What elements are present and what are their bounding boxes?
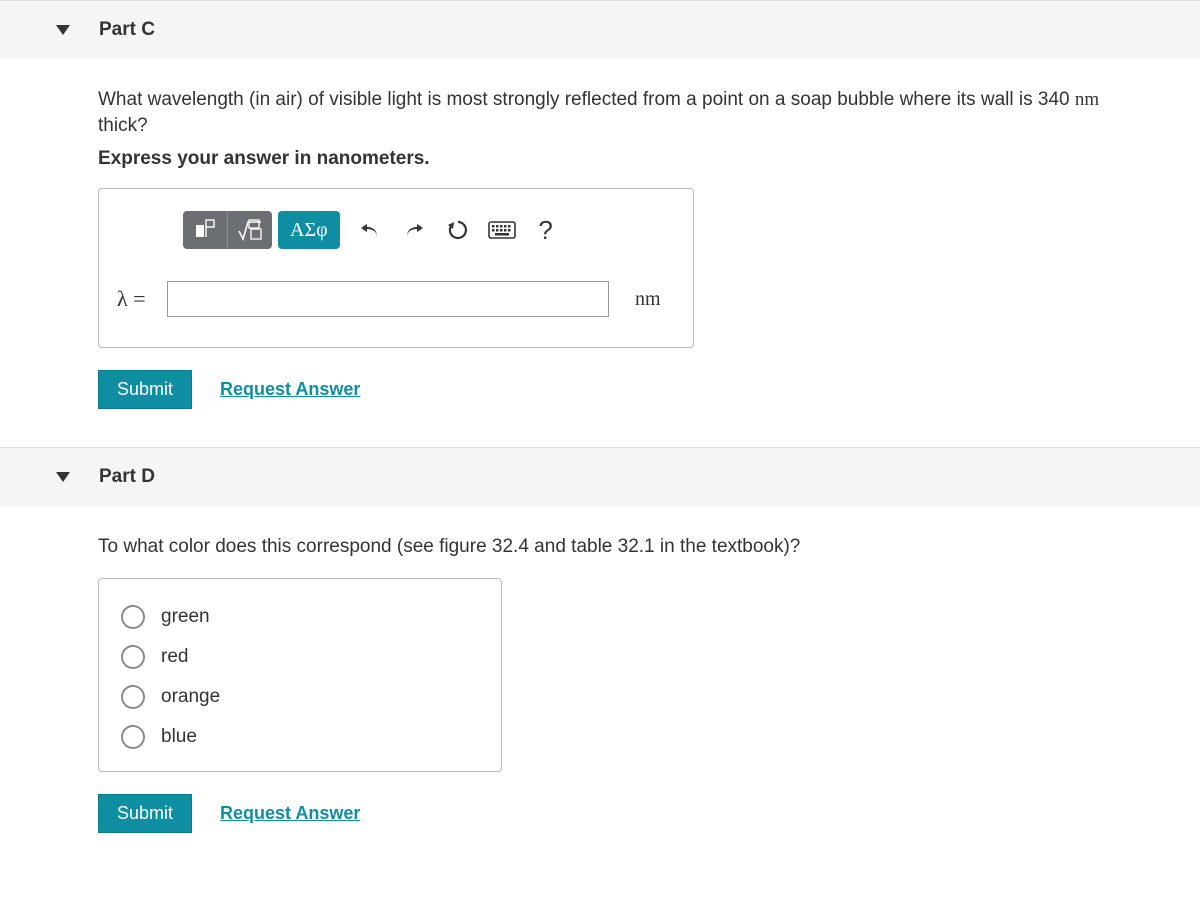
part-c-instruction: Express your answer in nanometers. xyxy=(98,148,1140,170)
part-d-question: To what color does this correspond (see … xyxy=(98,534,1140,560)
radio-icon[interactable] xyxy=(121,725,145,749)
radio-icon[interactable] xyxy=(121,645,145,669)
radio-icon[interactable] xyxy=(121,685,145,709)
equation-toolbar: ΑΣφ ? xyxy=(183,211,675,249)
help-icon[interactable]: ? xyxy=(524,211,568,249)
submit-button[interactable]: Submit xyxy=(98,370,192,409)
part-c-question: What wavelength (in air) of visible ligh… xyxy=(98,87,1140,138)
part-d-title: Part D xyxy=(99,466,155,487)
question-unit: nm xyxy=(1075,89,1099,110)
unit-label: nm xyxy=(635,288,661,311)
part-d-actions: Submit Request Answer xyxy=(98,794,1140,833)
sqrt-icon[interactable] xyxy=(228,211,272,249)
request-answer-link[interactable]: Request Answer xyxy=(220,803,360,824)
collapse-icon[interactable] xyxy=(56,19,70,41)
answer-box: ΑΣφ ? λ = xyxy=(98,188,694,348)
radio-option-blue[interactable]: blue xyxy=(121,717,479,757)
template-icon[interactable] xyxy=(183,211,227,249)
variable-label: λ = xyxy=(117,286,167,312)
question-text-pre: What wavelength (in air) of visible ligh… xyxy=(98,89,1075,110)
request-answer-link[interactable]: Request Answer xyxy=(220,379,360,400)
collapse-icon[interactable] xyxy=(56,466,70,488)
question-text-post: thick? xyxy=(98,115,148,136)
redo-icon[interactable] xyxy=(392,211,436,249)
radio-label: orange xyxy=(161,686,220,708)
part-c-body: What wavelength (in air) of visible ligh… xyxy=(0,59,1200,437)
radio-label: green xyxy=(161,606,210,628)
format-group xyxy=(183,211,272,249)
radio-option-orange[interactable]: orange xyxy=(121,677,479,717)
answer-input[interactable] xyxy=(167,281,609,317)
radio-icon[interactable] xyxy=(121,605,145,629)
part-c-actions: Submit Request Answer xyxy=(98,370,1140,409)
keyboard-icon[interactable] xyxy=(480,211,524,249)
input-row: λ = nm xyxy=(117,281,675,317)
undo-icon[interactable] xyxy=(348,211,392,249)
part-d-header[interactable]: Part D xyxy=(0,447,1200,506)
radio-option-green[interactable]: green xyxy=(121,597,479,637)
part-c-title: Part C xyxy=(99,19,155,40)
radio-label: red xyxy=(161,646,188,668)
greek-button[interactable]: ΑΣφ xyxy=(278,211,340,249)
radio-box: green red orange blue xyxy=(98,578,502,772)
radio-label: blue xyxy=(161,726,197,748)
submit-button[interactable]: Submit xyxy=(98,794,192,833)
radio-option-red[interactable]: red xyxy=(121,637,479,677)
part-c-header[interactable]: Part C xyxy=(0,0,1200,59)
reset-icon[interactable] xyxy=(436,211,480,249)
part-d-body: To what color does this correspond (see … xyxy=(0,506,1200,861)
